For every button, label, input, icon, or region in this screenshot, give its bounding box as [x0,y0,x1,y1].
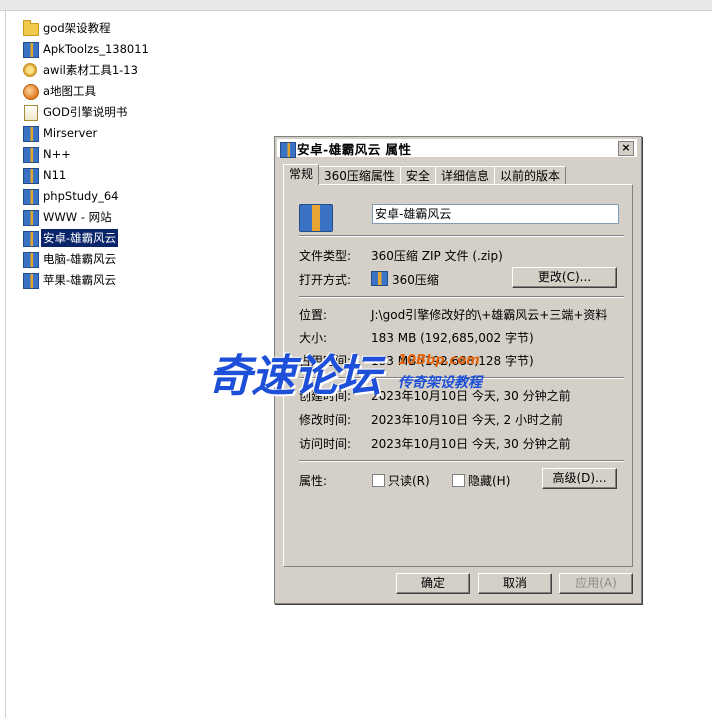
file-name: GOD引擎说明书 [43,104,128,119]
divider [299,377,624,379]
zip-archive-icon [371,271,388,286]
tab-details[interactable]: 详细信息 [434,166,495,185]
zip-archive-icon [22,167,39,184]
file-name: Mirserver [43,125,98,140]
zip-archive-icon [279,141,296,158]
file-item-phpstudy[interactable]: phpStudy_64 [22,185,282,206]
readonly-checkbox[interactable] [372,474,385,487]
location-value: J:\god引擎修改好的\+雄霸风云+三端+资料 [371,308,608,322]
zip-archive-icon [22,230,39,247]
file-name: 安卓-雄霸风云 [41,228,119,247]
accessed-label: 访问时间: [299,437,352,451]
tab-previous-versions[interactable]: 以前的版本 [493,166,566,185]
file-name: WWW - 网站 [43,209,112,224]
created-value: 2023年10月10日 今天, 30 分钟之前 [371,389,571,403]
divider [299,460,624,462]
file-item-map-tool[interactable]: a地图工具 [22,80,282,101]
file-name: god架设教程 [43,20,111,35]
file-type-value: 360压缩 ZIP 文件 (.zip) [371,249,503,263]
dialog-title: 安卓-雄霸风云 属性 [297,141,412,157]
file-item-god-tutorial[interactable]: god架设教程 [22,17,282,38]
created-label: 创建时间: [299,389,352,403]
app-icon [22,62,38,78]
change-button[interactable]: 更改(C)... [512,267,617,288]
hidden-checkbox[interactable] [452,474,465,487]
folder-icon [22,19,39,36]
file-name: phpStudy_64 [43,188,119,203]
zip-archive-icon [22,209,39,226]
open-with-value: 360压缩 [371,271,439,288]
advanced-button[interactable]: 高级(D)... [542,468,617,489]
tree-guide-line [5,10,6,718]
file-name: N++ [43,146,71,161]
location-label: 位置: [299,308,328,322]
file-name: ApkToolzs_138011 [43,41,149,56]
file-item-god-manual[interactable]: GOD引擎说明书 [22,101,282,122]
divider [299,235,624,237]
disk-size-value: 183 MB (192,688,128 字节) [371,354,534,368]
cancel-button[interactable]: 取消 [478,573,552,594]
file-item-www[interactable]: WWW - 网站 [22,206,282,227]
file-item-apple-xiongba[interactable]: 苹果-雄霸风云 [22,269,282,290]
zip-archive-icon [22,41,39,58]
size-label: 大小: [299,331,328,345]
modified-label: 修改时间: [299,413,352,427]
open-with-label: 打开方式: [299,273,352,287]
tab-360-properties[interactable]: 360压缩属性 [318,166,401,185]
accessed-value: 2023年10月10日 今天, 30 分钟之前 [371,437,571,451]
file-name: N11 [43,167,67,182]
ok-button[interactable]: 确定 [396,573,470,594]
properties-dialog: 安卓-雄霸风云 属性 × 常规 360压缩属性 安全 详细信息 以前的版本 安卓… [274,136,642,604]
divider [299,296,624,298]
zip-archive-icon [22,251,39,268]
dialog-titlebar[interactable]: 安卓-雄霸风云 属性 × [277,139,637,158]
file-list: god架设教程 ApkToolzs_138011 awil素材工具1-13 a地… [22,17,282,290]
filename-input[interactable]: 安卓-雄霸风云 [372,204,619,224]
general-panel: 安卓-雄霸风云 文件类型: 360压缩 ZIP 文件 (.zip) 打开方式: … [283,184,633,567]
file-item-android-xiongba[interactable]: 安卓-雄霸风云 [22,227,282,248]
file-item-apktoolzs[interactable]: ApkToolzs_138011 [22,38,282,59]
tab-strip: 常规 360压缩属性 安全 详细信息 以前的版本 [283,164,566,185]
zip-archive-icon [22,272,39,289]
tab-general[interactable]: 常规 [283,164,320,185]
file-name: awil素材工具1-13 [43,62,138,77]
modified-value: 2023年10月10日 今天, 2 小时之前 [371,413,563,427]
readonly-label[interactable]: 只读(R) [388,472,430,489]
file-item-n11[interactable]: N11 [22,164,282,185]
hidden-label[interactable]: 隐藏(H) [468,472,510,489]
file-item-mirserver[interactable]: Mirserver [22,122,282,143]
zip-archive-icon [299,199,333,232]
file-item-npp[interactable]: N++ [22,143,282,164]
zip-archive-icon [22,146,39,163]
document-icon [22,104,38,121]
tab-security[interactable]: 安全 [399,166,436,185]
disk-size-label: 占用空间: [299,354,352,368]
close-button[interactable]: × [618,141,634,156]
zip-archive-icon [22,125,39,142]
size-value: 183 MB (192,685,002 字节) [371,331,534,345]
apply-button[interactable]: 应用(A) [559,573,633,594]
file-type-label: 文件类型: [299,249,352,263]
window-top-strip [0,0,712,11]
file-name: a地图工具 [43,83,97,98]
close-icon: × [621,141,631,154]
file-name: 苹果-雄霸风云 [43,272,117,287]
zip-archive-icon [22,188,39,205]
attributes-label: 属性: [299,474,328,488]
file-name: 电脑-雄霸风云 [43,251,117,266]
map-tool-icon [22,83,39,100]
file-item-pc-xiongba[interactable]: 电脑-雄霸风云 [22,248,282,269]
file-item-awil-tools[interactable]: awil素材工具1-13 [22,59,282,80]
